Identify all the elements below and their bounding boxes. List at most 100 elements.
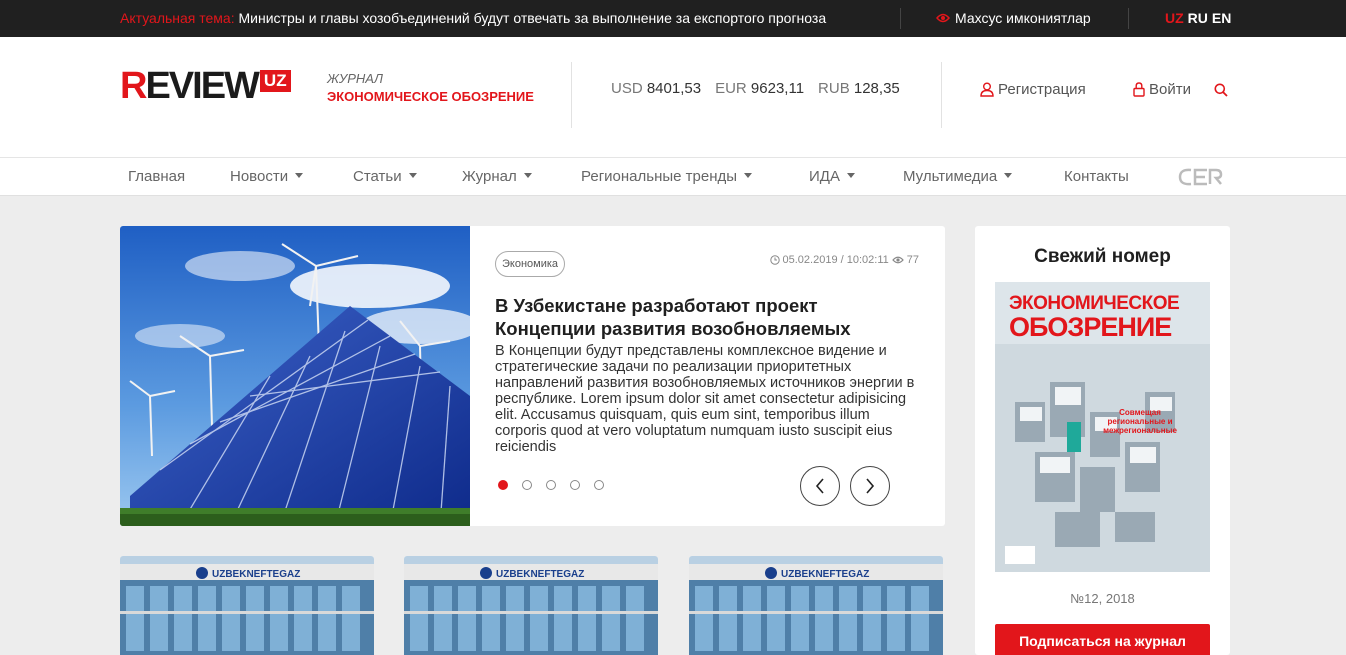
logo-uz-badge: UZ bbox=[259, 70, 291, 92]
register-label: Регистрация bbox=[998, 81, 1086, 98]
user-icon bbox=[980, 82, 994, 97]
featured-slider: Экономика 05.02.2019 / 10:02:11 77 В Узб… bbox=[120, 226, 945, 526]
latest-issue-title: Свежий номер bbox=[1034, 246, 1171, 267]
nav-label: ИДА bbox=[809, 168, 840, 185]
nav-journal[interactable]: Журнал bbox=[462, 168, 532, 185]
lang-uz[interactable]: UZ bbox=[1165, 10, 1184, 26]
lang-en[interactable]: EN bbox=[1212, 10, 1231, 26]
logo-line1: ЖУРНАЛ bbox=[327, 71, 383, 86]
cer-logo-icon[interactable] bbox=[1177, 166, 1223, 193]
card-sign: UZBEKNEFTEGAZ bbox=[781, 569, 869, 580]
slider-dot[interactable] bbox=[498, 480, 508, 490]
accessibility-label: Махсус имкониятлар bbox=[955, 10, 1091, 26]
chevron-right-icon bbox=[866, 478, 875, 494]
site-logo[interactable]: REVIEW UZ bbox=[120, 67, 291, 105]
post-date: 05.02.2019 / 10:02:11 bbox=[782, 254, 889, 266]
login-link[interactable]: Войти bbox=[1133, 81, 1191, 98]
hot-topic[interactable]: Актуальная тема: Министры и главы хозобъ… bbox=[120, 10, 826, 26]
news-card[interactable]: UZBEKNEFTEGAZ bbox=[689, 556, 943, 655]
rate-eur: EUR 9623,11 bbox=[715, 80, 804, 97]
nav-regional-trends[interactable]: Региональные тренды bbox=[581, 168, 753, 185]
divider bbox=[941, 62, 942, 128]
slider-dot[interactable] bbox=[570, 480, 580, 490]
card-image: UZBEKNEFTEGAZ bbox=[689, 556, 943, 655]
nav-contacts[interactable]: Контакты bbox=[1064, 168, 1129, 185]
logo-first-letter: R bbox=[120, 65, 147, 107]
hot-topic-label: Актуальная тема: bbox=[120, 10, 235, 26]
nav-label: Журнал bbox=[462, 168, 517, 185]
cover-subtitle: Совмещая региональные и межрегиональные bbox=[1103, 408, 1177, 435]
latest-issue-panel: Свежий номер ЭКОНОМИЧЕСКОЕ ОБОЗРЕНИЕ Сов… bbox=[975, 226, 1230, 655]
nav-news[interactable]: Новости bbox=[230, 168, 304, 185]
accessibility-link[interactable]: Махсус имкониятлар bbox=[936, 10, 1091, 26]
subscribe-button[interactable]: Подписаться на журнал bbox=[995, 624, 1210, 655]
issue-cover[interactable]: ЭКОНОМИЧЕСКОЕ ОБОЗРЕНИЕ Совмещая региона… bbox=[995, 282, 1210, 572]
rate-code: EUR bbox=[715, 80, 747, 97]
slider-prev-button[interactable] bbox=[800, 466, 840, 506]
featured-excerpt: В Концепции будут представлены комплексн… bbox=[495, 343, 915, 455]
logo-subtitle: ЖУРНАЛ ЭКОНОМИЧЕСКОЕ ОБОЗРЕНИЕ bbox=[327, 70, 534, 106]
eye-icon bbox=[936, 13, 950, 23]
nav-label: Новости bbox=[230, 168, 289, 185]
card-image: UZBEKNEFTEGAZ bbox=[404, 556, 658, 655]
caret-down-icon bbox=[1004, 173, 1013, 178]
cover-title-line2: ОБОЗРЕНИЕ bbox=[1009, 312, 1172, 342]
caret-down-icon bbox=[523, 173, 532, 178]
divider bbox=[1128, 8, 1129, 29]
caret-down-icon bbox=[846, 173, 855, 178]
login-label: Войти bbox=[1149, 81, 1191, 98]
register-link[interactable]: Регистрация bbox=[980, 81, 1086, 98]
divider bbox=[571, 62, 572, 128]
category-tag[interactable]: Экономика bbox=[495, 251, 566, 277]
issue-number: №12, 2018 bbox=[1070, 591, 1135, 606]
post-meta: 05.02.2019 / 10:02:11 77 bbox=[769, 254, 919, 266]
divider bbox=[900, 8, 901, 29]
card-sign: UZBEKNEFTEGAZ bbox=[212, 569, 300, 580]
search-icon bbox=[1214, 83, 1228, 97]
post-views: 77 bbox=[906, 254, 919, 266]
hot-topic-text[interactable]: Министры и главы хозобъединений будут от… bbox=[239, 10, 827, 26]
cover-title-line1: ЭКОНОМИЧЕСКОЕ bbox=[1009, 293, 1180, 314]
search-button[interactable] bbox=[1214, 83, 1228, 102]
nav-label: Региональные тренды bbox=[581, 168, 738, 185]
clock-icon bbox=[769, 255, 780, 265]
top-bar: Актуальная тема: Министры и главы хозобъ… bbox=[0, 0, 1346, 37]
nav-home[interactable]: Главная bbox=[128, 168, 185, 185]
slider-next-button[interactable] bbox=[850, 466, 890, 506]
nav-label: Мультимедиа bbox=[903, 168, 998, 185]
rate-value: 8401,53 bbox=[646, 80, 702, 97]
slider-dot[interactable] bbox=[522, 480, 532, 490]
language-switcher: UZ RU EN bbox=[1165, 10, 1231, 26]
logo-word: EVIEW bbox=[145, 65, 259, 107]
nav-multimedia[interactable]: Мультимедиа bbox=[903, 168, 1013, 185]
news-card[interactable]: UZBEKNEFTEGAZ bbox=[120, 556, 374, 655]
header: REVIEW UZ ЖУРНАЛ ЭКОНОМИЧЕСКОЕ ОБОЗРЕНИЕ… bbox=[0, 37, 1346, 157]
chevron-left-icon bbox=[815, 478, 824, 494]
logo-wordmark: REVIEW bbox=[120, 67, 260, 105]
nav-articles[interactable]: Статьи bbox=[353, 168, 417, 185]
currency-rates: USD 8401,53 EUR 9623,11 RUB 128,35 bbox=[611, 80, 900, 97]
nav-label: Контакты bbox=[1064, 168, 1129, 185]
main-nav: Главная Новости Статьи Журнал Региональн… bbox=[0, 157, 1346, 196]
eye-icon bbox=[891, 256, 904, 264]
rate-rub: RUB 128,35 bbox=[818, 80, 900, 97]
caret-down-icon bbox=[408, 173, 417, 178]
logo-line2: ЭКОНОМИЧЕСКОЕ ОБОЗРЕНИЕ bbox=[327, 89, 534, 104]
news-card[interactable]: UZBEKNEFTEGAZ bbox=[404, 556, 658, 655]
rate-code: RUB bbox=[818, 80, 850, 97]
lock-icon bbox=[1133, 82, 1145, 97]
nav-label: Статьи bbox=[353, 168, 402, 185]
nav-label: Главная bbox=[128, 168, 186, 185]
featured-title[interactable]: В Узбекистане разработают проект Концепц… bbox=[495, 294, 915, 340]
rate-code: USD bbox=[611, 80, 643, 97]
slider-dot[interactable] bbox=[594, 480, 604, 490]
slider-dot[interactable] bbox=[546, 480, 556, 490]
featured-image[interactable] bbox=[120, 226, 480, 526]
nav-ida[interactable]: ИДА bbox=[809, 168, 855, 185]
rate-usd: USD 8401,53 bbox=[611, 80, 701, 97]
cover-title: ЭКОНОМИЧЕСКОЕ ОБОЗРЕНИЕ bbox=[1009, 293, 1180, 342]
lang-ru[interactable]: RU bbox=[1188, 10, 1208, 26]
caret-down-icon bbox=[744, 173, 753, 178]
slider-pagination bbox=[498, 480, 604, 490]
card-image: UZBEKNEFTEGAZ bbox=[120, 556, 374, 655]
